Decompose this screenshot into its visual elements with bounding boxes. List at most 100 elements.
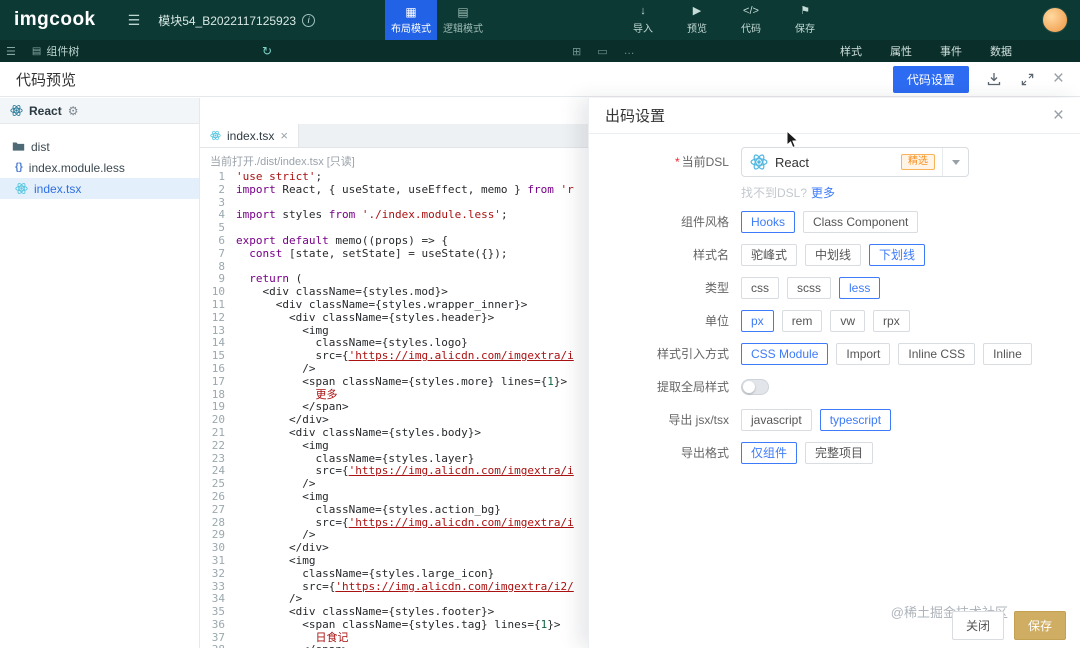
refresh-icon[interactable]: ↻	[262, 44, 272, 58]
more-dsl-link[interactable]: 更多	[811, 186, 835, 200]
react-file-icon	[15, 182, 28, 195]
modal-close-icon[interactable]: ×	[1053, 69, 1064, 88]
save-button[interactable]: 保存	[1013, 611, 1066, 640]
collapse-menu-icon[interactable]: ☰	[6, 45, 16, 58]
settings-header: 出码设置 ×	[589, 98, 1080, 134]
line-number: 30	[211, 541, 225, 555]
code-button[interactable]: </> 代码	[728, 0, 774, 40]
option-typescript[interactable]: typescript	[819, 409, 892, 431]
menu-icon[interactable]: ☰	[128, 12, 141, 29]
global-style-toggle[interactable]	[741, 379, 769, 395]
topbar-actions: ↓ 导入 ▶ 预览 </> 代码 ⚑ 保存	[620, 0, 828, 40]
panel-tab-属性[interactable]: 属性	[890, 43, 912, 59]
save-button[interactable]: ⚑ 保存	[782, 0, 828, 40]
file-tree: dist{} index.module.less index.tsx	[0, 124, 199, 199]
panel-tab-样式[interactable]: 样式	[840, 43, 862, 59]
tab-index-tsx[interactable]: index.tsx ×	[200, 124, 299, 147]
option-rpx[interactable]: rpx	[873, 310, 910, 332]
setting-label: * 当前DSL	[674, 155, 729, 169]
react-dsl-icon	[750, 153, 768, 171]
import-button[interactable]: ↓ 导入	[620, 0, 666, 40]
file-index.module.less[interactable]: {} index.module.less	[0, 157, 199, 178]
option-下划线[interactable]: 下划线	[869, 244, 926, 266]
settings-title: 出码设置	[605, 108, 666, 125]
dsl-header: React ⚙	[0, 98, 199, 124]
line-number: 1	[218, 171, 225, 183]
line-number: 7	[218, 246, 225, 260]
line-number: 6	[218, 233, 225, 247]
option-rem[interactable]: rem	[781, 310, 823, 332]
option-Inline[interactable]: Inline	[983, 343, 1032, 365]
setting-row: 单位 px rem vw rpx	[589, 309, 1080, 333]
frame-icon[interactable]: ▭	[597, 45, 607, 58]
gear-icon[interactable]: ⚙	[68, 104, 79, 118]
avatar[interactable]	[1042, 7, 1068, 33]
option-Class Component[interactable]: Class Component	[803, 211, 919, 233]
line-number: 26	[211, 489, 225, 503]
line-number: 31	[211, 553, 225, 567]
option-CSS Module[interactable]: CSS Module	[741, 343, 829, 365]
required-mark: *	[674, 155, 680, 169]
option-Import[interactable]: Import	[836, 343, 891, 365]
preview-icon: ▶	[692, 5, 702, 17]
dsl-select[interactable]: React 精选	[741, 147, 969, 177]
option-Hooks[interactable]: Hooks	[741, 211, 796, 233]
setting-label: 导出 jsx/tsx	[668, 413, 729, 427]
mode-button-group: ▦ 布局模式 ▤ 逻辑模式	[385, 0, 489, 40]
file-index.tsx[interactable]: index.tsx	[0, 178, 199, 199]
logic-mode-icon: ▤	[457, 4, 469, 19]
code-icon: </>	[743, 5, 759, 17]
more-icon[interactable]: …	[624, 45, 635, 58]
setting-row: 类型 css scss less	[589, 276, 1080, 300]
settings-close-icon[interactable]: ×	[1053, 106, 1064, 125]
option-驼峰式[interactable]: 驼峰式	[741, 244, 798, 266]
react-logo-icon	[10, 104, 23, 117]
save-icon: ⚑	[800, 5, 810, 17]
code-preview-header: 代码预览 代码设置 ×	[0, 62, 1080, 97]
dsl-selected-value: React	[775, 154, 809, 170]
option-javascript[interactable]: javascript	[741, 409, 812, 431]
imgcook-logo[interactable]: imgcook	[14, 9, 96, 31]
grid-icon[interactable]: ⊞	[572, 45, 581, 58]
preview-button[interactable]: ▶ 预览	[674, 0, 720, 40]
module-title-text: 模块54_B2022117125923	[158, 13, 297, 28]
line-number: 2	[218, 182, 225, 196]
setting-label: 组件风格	[680, 215, 729, 229]
module-title: 模块54_B2022117125923 i	[158, 12, 316, 29]
option-Inline CSS[interactable]: Inline CSS	[898, 343, 976, 365]
option-仅组件[interactable]: 仅组件	[741, 442, 798, 464]
option-完整项目[interactable]: 完整项目	[805, 442, 874, 464]
code-settings-button[interactable]: 代码设置	[892, 65, 969, 93]
topbar: imgcook ☰ 模块54_B2022117125923 i ▦ 布局模式 ▤ 逻辑…	[0, 0, 1080, 40]
option-less[interactable]: less	[839, 277, 881, 299]
download-icon[interactable]	[985, 70, 1003, 88]
file-panel: React ⚙ dist{} index.module.less index.tsx	[0, 98, 200, 648]
info-icon[interactable]: i	[302, 13, 316, 27]
canvas-tools: ⊞ ▭ …	[572, 45, 635, 58]
line-number: 32	[211, 566, 225, 580]
option-vw[interactable]: vw	[830, 310, 866, 332]
code-settings-panel: 出码设置 × * 当前DSL React 精选 找不到DSL? 更多 组件风格 …	[588, 98, 1080, 648]
file-dist[interactable]: dist	[0, 136, 199, 157]
setting-label: 单位	[704, 314, 729, 328]
line-number: 35	[211, 605, 225, 619]
option-px[interactable]: px	[741, 310, 774, 332]
line-number: 25	[211, 477, 225, 491]
expand-icon[interactable]	[1019, 70, 1037, 88]
close-button[interactable]: 关闭	[951, 611, 1004, 640]
panel-tab-事件[interactable]: 事件	[940, 43, 962, 59]
component-tree-toggle[interactable]: ▤ 组件树	[32, 43, 79, 59]
option-css[interactable]: css	[741, 277, 779, 299]
logic-mode-button[interactable]: ▤ 逻辑模式	[437, 0, 489, 40]
panel-tab-数据[interactable]: 数据	[990, 43, 1012, 59]
line-number: 12	[211, 310, 225, 324]
chevron-down-icon[interactable]	[942, 148, 968, 176]
option-scss[interactable]: scss	[787, 277, 831, 299]
option-中划线[interactable]: 中划线	[805, 244, 862, 266]
line-number: 38	[200, 644, 236, 648]
layout-mode-button[interactable]: ▦ 布局模式	[385, 0, 437, 40]
line-number: 16	[211, 361, 225, 375]
tab-close-icon[interactable]: ×	[280, 128, 288, 143]
tree-icon: ▤	[31, 45, 42, 57]
setting-row: 组件风格 Hooks Class Component	[589, 210, 1080, 234]
